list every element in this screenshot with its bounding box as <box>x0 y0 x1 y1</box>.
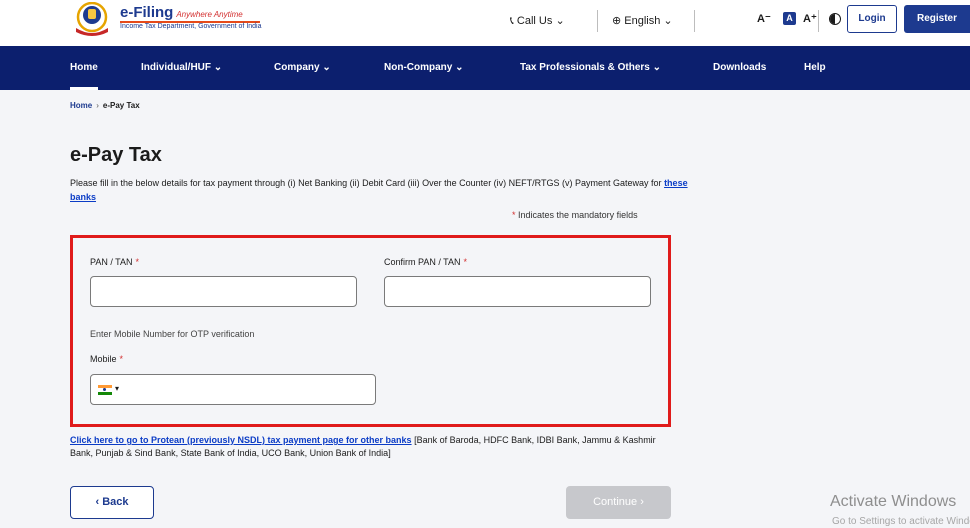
chevron-down-icon: ⌄ <box>455 62 464 73</box>
register-button[interactable]: Register <box>904 5 970 33</box>
nav-label: Tax Professionals & Others <box>520 62 650 73</box>
efiling-logo[interactable]: e-Filing Anywhere Anytime Income Tax Depa… <box>72 2 268 36</box>
india-flag-icon[interactable] <box>98 385 112 395</box>
mobile-label: Mobile * <box>90 354 123 364</box>
top-header: e-Filing Anywhere Anytime Income Tax Depa… <box>0 0 970 46</box>
header-divider <box>597 10 598 32</box>
mobile-input[interactable]: ▾ <box>90 374 376 405</box>
back-label: Back <box>102 496 129 508</box>
nav-downloads[interactable]: Downloads <box>713 46 766 90</box>
confirm-pan-tan-label-text: Confirm PAN / TAN <box>384 257 461 267</box>
nav-individual-huf[interactable]: Individual/HUF ⌄ <box>141 46 222 90</box>
main-nav: Home Individual/HUF ⌄ Company ⌄ Non-Comp… <box>0 46 970 90</box>
chevron-left-icon: ‹ <box>95 496 100 508</box>
protean-note: Click here to go to Protean (previously … <box>70 434 680 460</box>
otp-note: Enter Mobile Number for OTP verification <box>90 329 255 339</box>
nav-company[interactable]: Company ⌄ <box>274 46 331 90</box>
chevron-down-icon: ⌄ <box>652 62 662 73</box>
intro-text: Please fill in the below details for tax… <box>70 176 710 204</box>
emblem-icon <box>76 2 108 36</box>
logo-department: Income Tax Department, Government of Ind… <box>120 23 262 30</box>
mandatory-note-text: Indicates the mandatory fields <box>518 210 638 220</box>
continue-button[interactable]: Continue › <box>566 486 671 519</box>
activate-windows-subtitle: Go to Settings to activate Windows. <box>832 516 970 527</box>
required-star: * <box>119 354 124 364</box>
mandatory-fields-note: * Indicates the mandatory fields <box>512 210 638 220</box>
chevron-down-icon: ⌄ <box>213 62 223 73</box>
font-decrease-button[interactable]: A⁻ <box>757 12 771 25</box>
nav-help[interactable]: Help <box>804 46 826 90</box>
intro-body: Please fill in the below details for tax… <box>70 178 665 188</box>
logo-title: e-Filing Anywhere Anytime <box>120 4 243 21</box>
contrast-toggle-icon[interactable] <box>829 13 841 25</box>
activate-windows-watermark: Activate Windows <box>830 493 957 510</box>
font-normal-button[interactable]: A <box>783 12 796 25</box>
required-star: * <box>463 257 468 267</box>
logo-tagline: Anywhere Anytime <box>176 10 243 19</box>
header-divider <box>694 10 695 32</box>
font-increase-button[interactable]: A⁺ <box>803 12 817 25</box>
confirm-pan-tan-input[interactable] <box>384 276 651 307</box>
breadcrumb-separator: › <box>96 101 99 110</box>
call-us-label: Call Us <box>516 15 553 27</box>
page-title: e-Pay Tax <box>70 144 162 166</box>
nav-label: Company <box>274 62 320 73</box>
breadcrumb-home-link[interactable]: Home <box>70 101 92 110</box>
pan-tan-input[interactable] <box>90 276 357 307</box>
pan-tan-label: PAN / TAN * <box>90 257 139 267</box>
required-star: * <box>512 210 516 220</box>
chevron-right-icon: › <box>640 496 644 508</box>
nav-home[interactable]: Home <box>70 46 98 90</box>
nav-tax-professionals[interactable]: Tax Professionals & Others ⌄ <box>520 46 661 90</box>
back-button[interactable]: ‹ Back <box>70 486 154 519</box>
login-button[interactable]: Login <box>847 5 897 33</box>
chevron-down-icon: ⌄ <box>663 15 673 27</box>
nav-label: Individual/HUF <box>141 62 211 73</box>
nav-label: Non-Company <box>384 62 453 73</box>
mobile-label-text: Mobile <box>90 354 117 364</box>
breadcrumb: Home › e-Pay Tax <box>70 101 140 110</box>
language-selector[interactable]: ⊕ English ⌄ <box>612 14 673 27</box>
globe-icon: ⊕ <box>612 15 622 27</box>
phone-icon: 📞︎ <box>510 15 514 27</box>
protean-link[interactable]: Click here to go to Protean (previously … <box>70 435 412 445</box>
pan-tan-label-text: PAN / TAN <box>90 257 133 267</box>
required-star: * <box>135 257 140 267</box>
header-divider <box>818 10 819 32</box>
continue-label: Continue <box>593 496 638 508</box>
chevron-down-icon: ⌄ <box>322 62 331 73</box>
language-label: English <box>624 15 661 27</box>
payment-details-form: PAN / TAN * Confirm PAN / TAN * Enter Mobi… <box>70 235 671 427</box>
chevron-down-icon: ⌄ <box>555 15 565 27</box>
call-us-menu[interactable]: 📞︎ Call Us ⌄ <box>510 14 565 28</box>
breadcrumb-current: e-Pay Tax <box>102 101 140 110</box>
nav-non-company[interactable]: Non-Company ⌄ <box>384 46 464 90</box>
confirm-pan-tan-label: Confirm PAN / TAN * <box>384 257 467 267</box>
country-dropdown-icon[interactable]: ▾ <box>115 384 119 393</box>
